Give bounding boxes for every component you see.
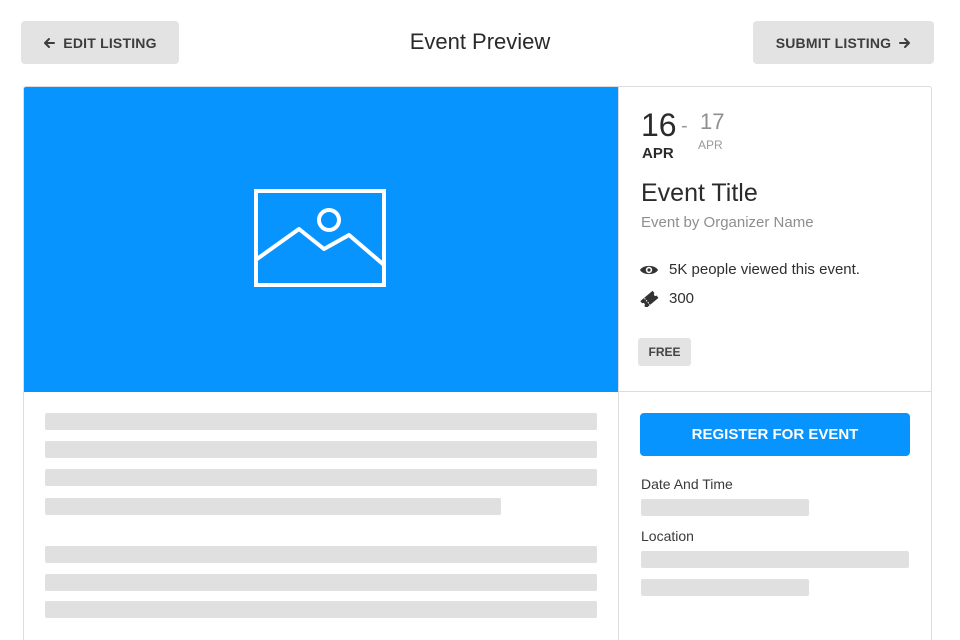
skeleton-line — [45, 498, 501, 515]
arrow-left-icon — [44, 37, 56, 48]
date-time-placeholder — [641, 499, 809, 516]
register-button[interactable]: REGISTER FOR EVENT — [640, 413, 910, 456]
description-placeholder — [24, 392, 618, 640]
skeleton-line — [45, 469, 597, 486]
event-cover-image — [24, 87, 618, 392]
end-day: 17 — [700, 109, 725, 134]
top-bar: EDIT LISTING Event Preview SUBMIT LISTIN… — [0, 0, 960, 86]
eye-icon — [640, 265, 658, 274]
arrow-right-icon — [899, 37, 911, 48]
tickets-row: 300 — [639, 290, 694, 307]
skeleton-line — [45, 413, 597, 430]
edit-listing-button[interactable]: EDIT LISTING — [21, 21, 179, 64]
location-label: Location — [641, 528, 694, 544]
location-placeholder — [641, 579, 809, 596]
price-badge: FREE — [638, 338, 691, 366]
edit-listing-label: EDIT LISTING — [63, 34, 157, 51]
date-time-label: Date And Time — [641, 476, 733, 492]
page-title: Event Preview — [409, 29, 551, 54]
tickets-count: 300 — [669, 290, 695, 307]
end-month: APR — [698, 138, 723, 152]
views-row: 5K people viewed this event. — [639, 261, 860, 278]
ticket-icon — [640, 290, 659, 307]
submit-listing-label: SUBMIT LISTING — [775, 34, 892, 51]
start-day: 16 — [641, 107, 677, 143]
event-sidebar: REGISTER FOR EVENT Date And Time Locatio… — [618, 392, 931, 640]
skeleton-line — [45, 546, 597, 563]
date-separator: - — [681, 115, 688, 137]
skeleton-line — [45, 574, 597, 591]
skeleton-line — [45, 441, 597, 458]
start-month: APR — [642, 145, 674, 162]
submit-listing-button[interactable]: SUBMIT LISTING — [753, 21, 934, 64]
event-card: 16 APR - 17 APR Event Title Event by Org… — [23, 86, 932, 640]
location-placeholder — [641, 551, 909, 568]
views-text: 5K people viewed this event. — [669, 261, 860, 278]
event-title: Event Title — [641, 179, 758, 207]
image-placeholder-icon — [254, 188, 386, 287]
organizer-name: Event by Organizer Name — [641, 214, 814, 231]
skeleton-line — [45, 601, 597, 618]
event-info-panel: 16 APR - 17 APR Event Title Event by Org… — [618, 87, 931, 392]
